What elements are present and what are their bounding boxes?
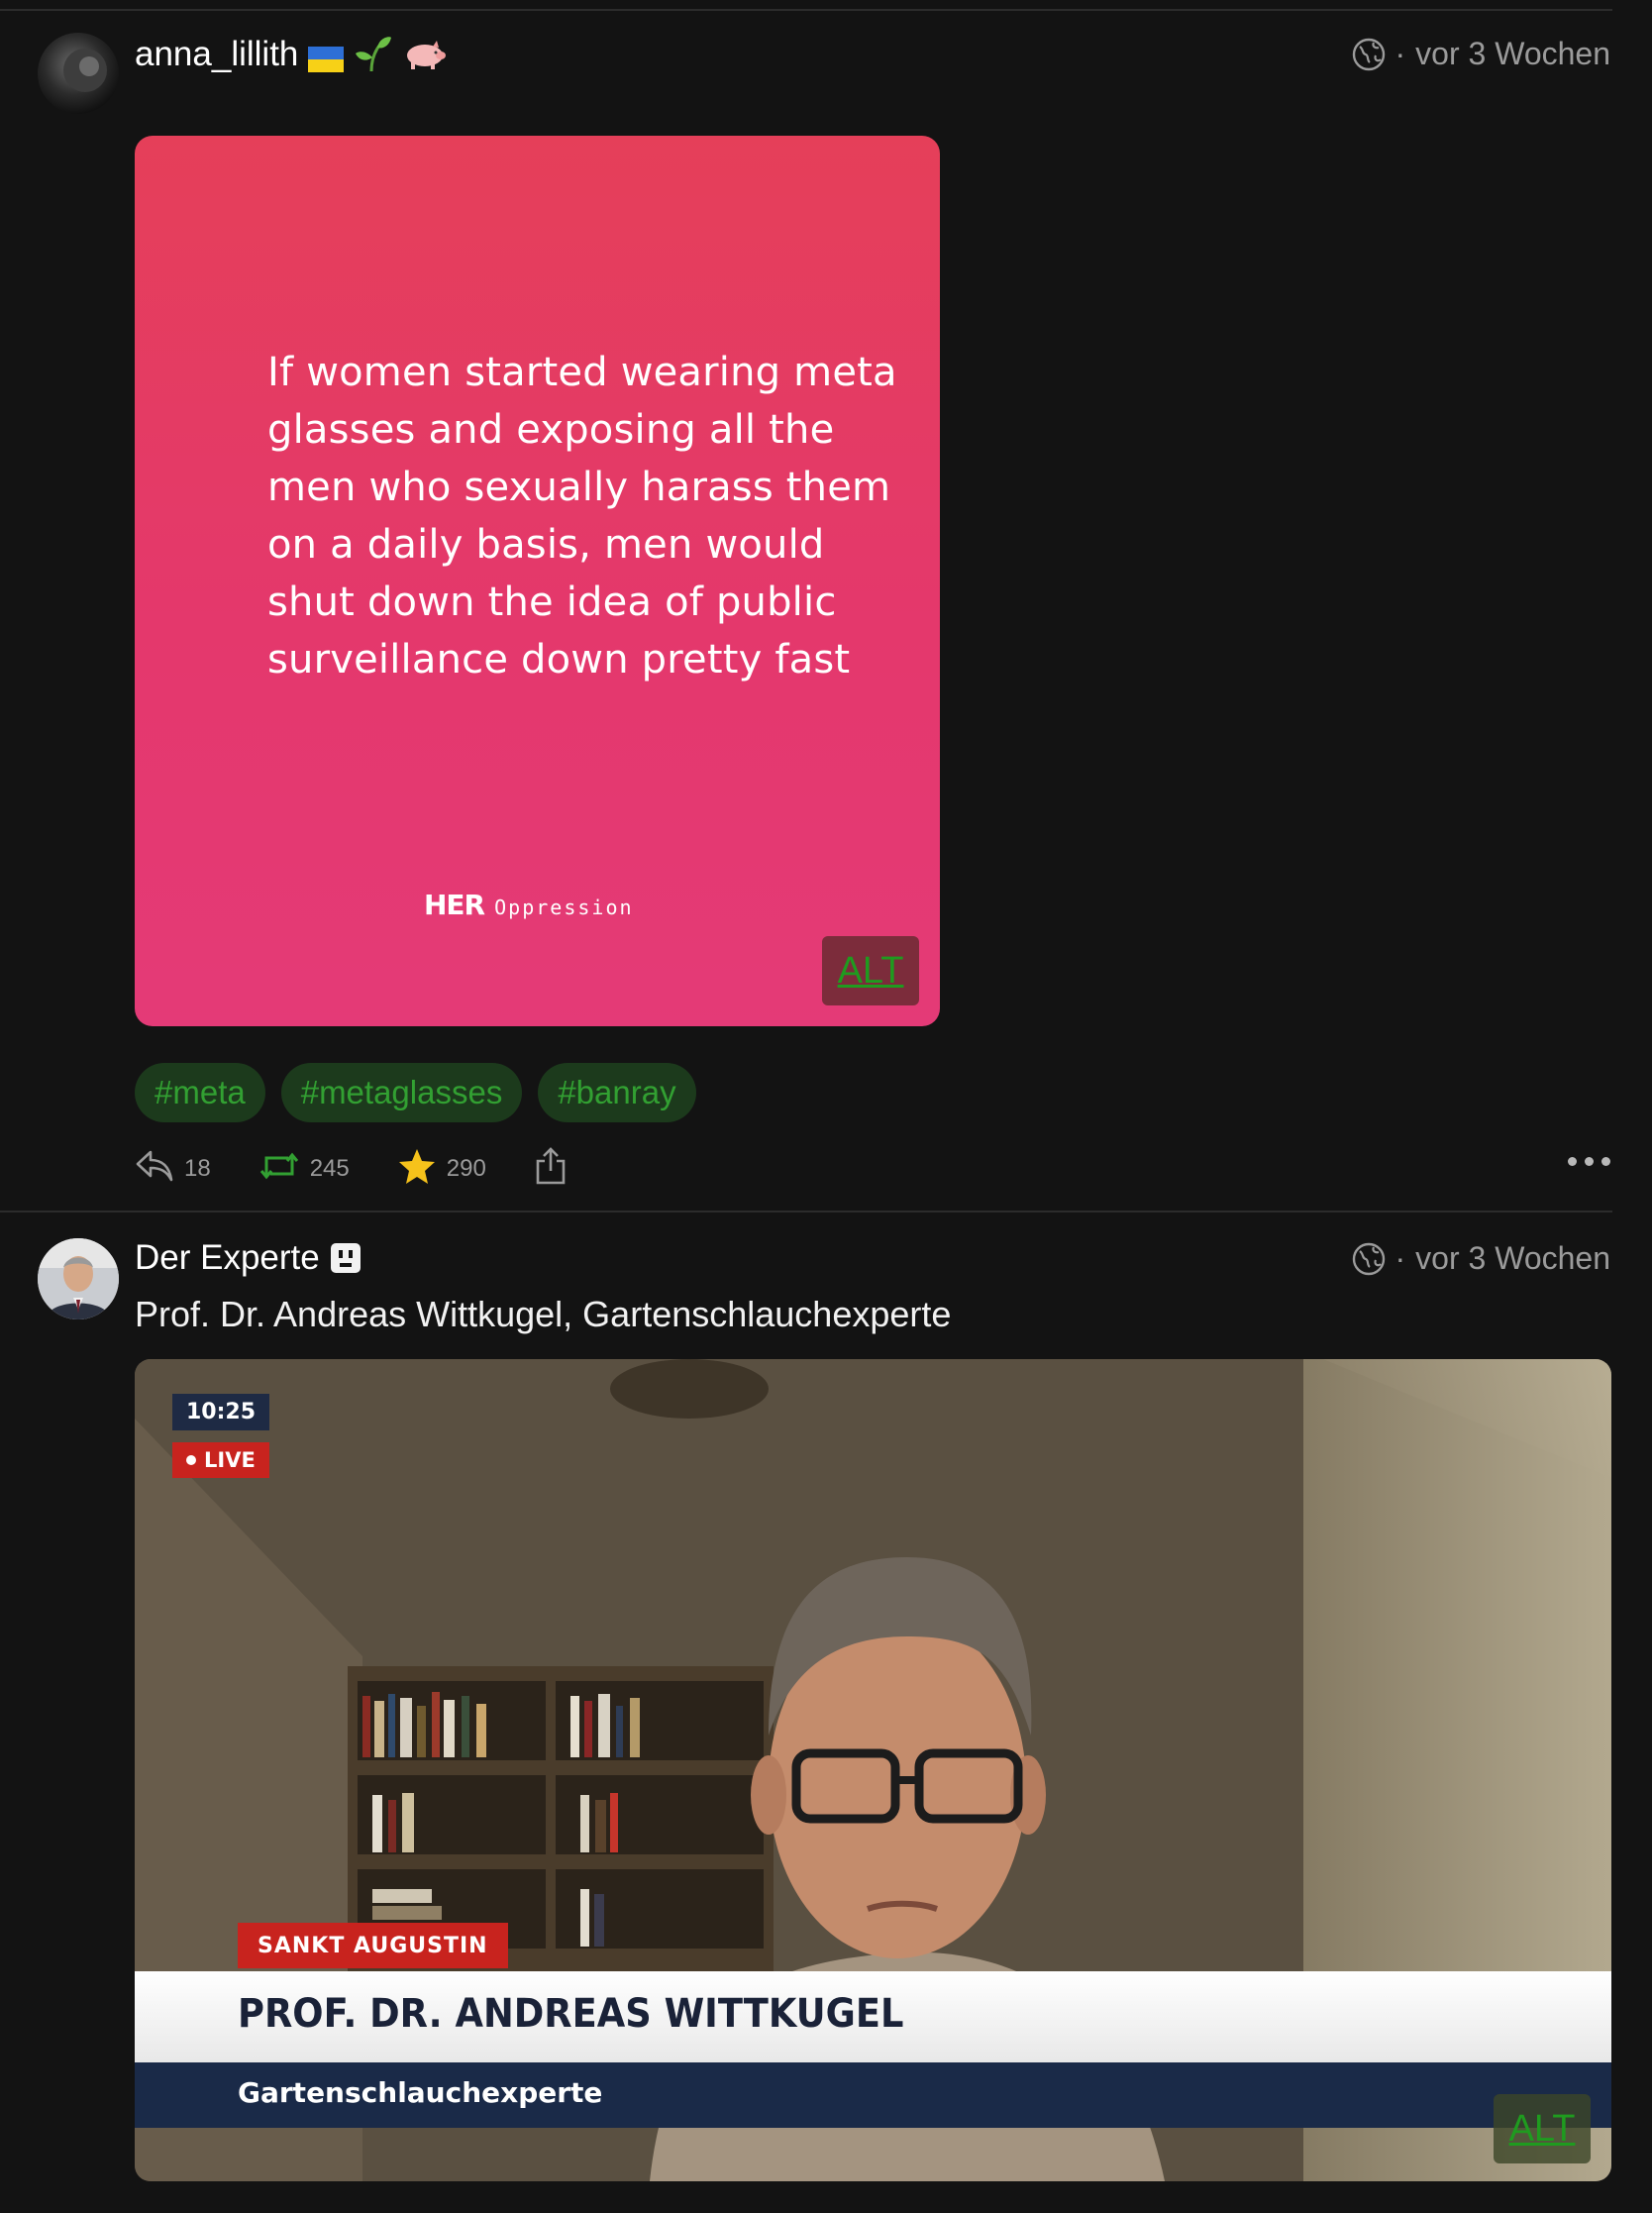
robot-icon (330, 1242, 361, 1274)
lower-third-subtitle-bar: Gartenschlauchexperte (135, 2062, 1611, 2128)
lower-third-name-bar: PROF. DR. ANDREAS WITTKUGEL (135, 1971, 1611, 2062)
post-meta: · vor 3 Wochen (1352, 1240, 1610, 1277)
meta-dot: · (1394, 36, 1406, 71)
post-divider (0, 1211, 1612, 1212)
live-dot-icon (186, 1455, 196, 1465)
meta-dot: · (1394, 1240, 1406, 1276)
username[interactable]: anna_lillith (135, 35, 447, 74)
reply-icon (135, 1148, 174, 1191)
reply-button[interactable]: 18 (135, 1148, 211, 1191)
more-dot (1601, 1157, 1610, 1166)
alt-button[interactable]: ALT (822, 936, 919, 1005)
action-bar: 18 245 290 (135, 1145, 615, 1194)
favourite-count: 290 (446, 1155, 486, 1182)
ukraine-flag-icon (308, 42, 345, 72)
lower-third-name: PROF. DR. ANDREAS WITTKUGEL (238, 1991, 904, 2037)
share-icon (534, 1145, 568, 1194)
reply-count: 18 (184, 1155, 211, 1182)
avatar[interactable] (38, 33, 119, 114)
display-name[interactable]: Der Experte (135, 1238, 361, 1278)
post-text: Prof. Dr. Andreas Wittkugel, Gartenschla… (135, 1294, 952, 1334)
live-label: LIVE (204, 1448, 256, 1472)
more-dot (1585, 1157, 1594, 1166)
boost-count: 245 (309, 1155, 350, 1182)
share-button[interactable] (534, 1145, 568, 1194)
display-name-text[interactable]: Der Experte (135, 1238, 320, 1278)
live-badge: LIVE (172, 1442, 269, 1478)
avatar[interactable] (38, 1238, 119, 1319)
post-image[interactable]: If women started wearing meta glasses an… (135, 136, 940, 1026)
timestamp[interactable]: vor 3 Wochen (1415, 1240, 1610, 1277)
hashtag[interactable]: #metaglasses (280, 1063, 523, 1122)
more-options-button[interactable] (1568, 1157, 1610, 1166)
hashtag[interactable]: #banray (538, 1063, 696, 1122)
post-image[interactable]: 10:25 LIVE SANKT AUGUSTIN PROF. DR. ANDR… (135, 1359, 1611, 2181)
more-dot (1568, 1157, 1577, 1166)
post-anna-lillith[interactable]: anna_lillith · vor 3 Wochen If women sta… (0, 0, 1652, 1211)
username-text[interactable]: anna_lillith (135, 35, 298, 74)
hashtag[interactable]: #meta (135, 1063, 265, 1122)
lower-third-subtitle: Gartenschlauchexperte (238, 2076, 603, 2109)
brand-sub: Oppression (494, 896, 634, 919)
brand-logo: HER Oppression (424, 889, 634, 921)
post-meta: · vor 3 Wochen (1352, 36, 1610, 72)
boost-button[interactable]: 245 (258, 1148, 350, 1191)
globe-icon (1352, 1242, 1386, 1276)
seedling-icon (354, 36, 393, 73)
star-icon (397, 1147, 437, 1192)
location-tag: SANKT AUGUSTIN (238, 1923, 508, 1968)
boost-icon (258, 1148, 300, 1191)
globe-icon (1352, 38, 1386, 71)
favourite-button[interactable]: 290 (397, 1147, 486, 1192)
clock-badge: 10:25 (172, 1394, 270, 1430)
brand-name: HER (424, 889, 485, 921)
pig-icon (403, 39, 447, 70)
image-quote-text: If women started wearing meta glasses an… (267, 350, 897, 683)
hashtag-list: #meta #metaglasses #banray (135, 1063, 696, 1122)
timestamp[interactable]: vor 3 Wochen (1415, 36, 1610, 72)
alt-button[interactable]: ALT (1494, 2094, 1591, 2163)
